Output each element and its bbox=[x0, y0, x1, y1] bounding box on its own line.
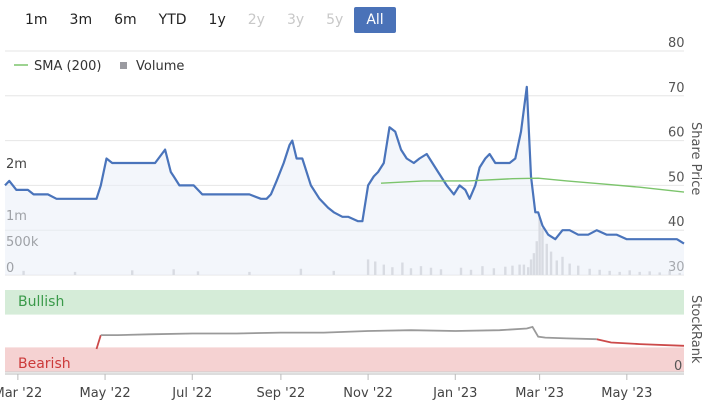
volume-legend-swatch bbox=[120, 62, 127, 69]
x-tick-label: Jan '23 bbox=[432, 386, 477, 401]
rank-tick-label: 0 bbox=[674, 359, 682, 374]
rank-band-bullish bbox=[5, 290, 684, 315]
x-tick-label: Mar '22 bbox=[0, 386, 42, 401]
price-axis-title: Share Price bbox=[688, 122, 703, 195]
price-tick-label: 60 bbox=[668, 126, 685, 141]
rank-band-label-bullish: Bullish bbox=[18, 294, 64, 310]
x-tick-label: May '23 bbox=[601, 386, 652, 401]
rank-band-label-bearish: Bearish bbox=[18, 356, 71, 372]
chart-container: 1m3m6mYTD1y2y3y5yAll 3040506070800500k1m… bbox=[0, 0, 711, 408]
stockrank-line-bearish bbox=[596, 338, 685, 347]
x-tick-label: Jul '22 bbox=[171, 386, 212, 401]
stockrank-line-start bbox=[95, 334, 102, 350]
stockrank-line bbox=[100, 325, 597, 341]
chart-svg: 3040506070800500k1m2mSMA (200)VolumeShar… bbox=[0, 36, 703, 401]
price-tick-label: 50 bbox=[668, 170, 685, 185]
rank-axis-title: StockRank bbox=[688, 295, 703, 364]
price-tick-label: 40 bbox=[668, 215, 685, 230]
legend-volume: Volume bbox=[136, 59, 184, 74]
x-tick-label: May '22 bbox=[80, 386, 131, 401]
x-tick-label: Sep '22 bbox=[257, 386, 306, 401]
price-tick-label: 70 bbox=[668, 81, 685, 96]
legend-sma: SMA (200) bbox=[34, 59, 101, 74]
volume-tick-label: 2m bbox=[6, 157, 27, 172]
rank-band-bearish bbox=[5, 347, 684, 372]
x-tick-label: Mar '23 bbox=[515, 386, 564, 401]
price-tick-label: 80 bbox=[668, 36, 685, 51]
x-tick-label: Nov '22 bbox=[343, 386, 393, 401]
